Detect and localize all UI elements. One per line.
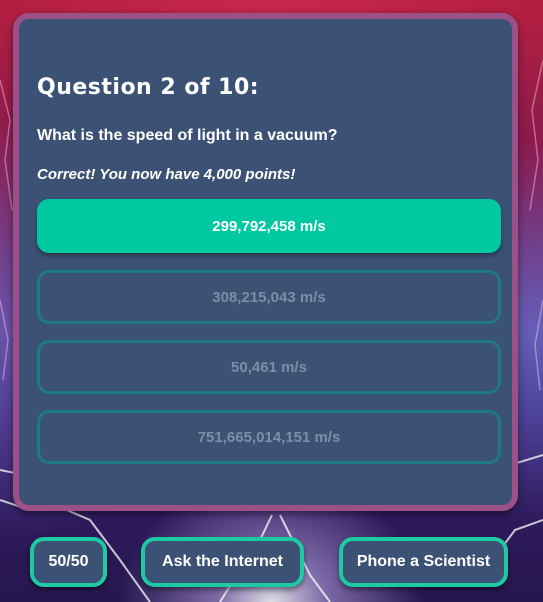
ask-the-internet-button[interactable]: Ask the Internet xyxy=(141,537,304,587)
answer-option-4[interactable]: 751,665,014,151 m/s xyxy=(37,410,501,464)
question-panel: Question 2 of 10: What is the speed of l… xyxy=(13,13,518,511)
phone-a-scientist-button[interactable]: Phone a Scientist xyxy=(339,537,508,587)
answer-option-3[interactable]: 50,461 m/s xyxy=(37,340,501,394)
answer-option-1[interactable]: 299,792,458 m/s xyxy=(37,199,501,253)
answer-feedback: Correct! You now have 4,000 points! xyxy=(37,166,296,183)
question-text: What is the speed of light in a vacuum? xyxy=(37,127,338,144)
answer-option-2[interactable]: 308,215,043 m/s xyxy=(37,270,501,324)
question-title: Question 2 of 10: xyxy=(37,75,260,100)
fifty-fifty-button[interactable]: 50/50 xyxy=(30,537,107,587)
